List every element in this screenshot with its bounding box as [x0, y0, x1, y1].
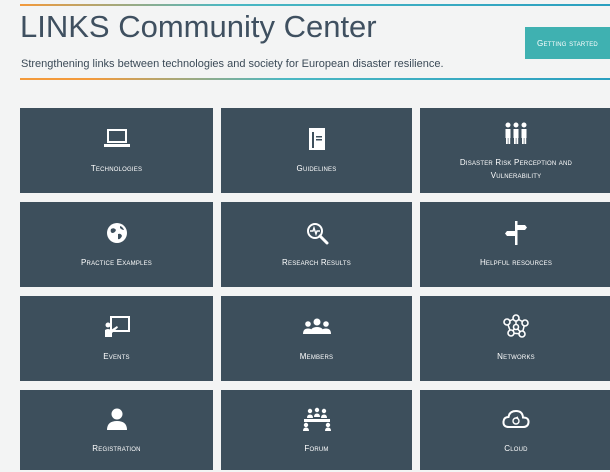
tile-label: Forum — [304, 443, 329, 453]
document-icon — [302, 126, 332, 152]
signpost-icon — [501, 220, 531, 246]
network-icon — [501, 314, 531, 340]
page-subtitle: Strengthening links between technologies… — [21, 58, 444, 70]
tile-practice-examples[interactable]: Practice Examples — [20, 202, 213, 287]
tile-helpful-resources[interactable]: Helpful resources — [420, 202, 610, 287]
magnifier-icon — [302, 220, 332, 246]
tile-label: Guidelines — [296, 164, 337, 173]
header-divider — [20, 78, 610, 80]
tile-disaster-risk[interactable]: Disaster Risk Perception and Vulnerabili… — [420, 108, 610, 193]
getting-started-button[interactable]: Getting started — [525, 27, 610, 59]
presentation-icon — [102, 314, 132, 340]
tile-label: Research Results — [282, 258, 351, 267]
tile-technologies[interactable]: Technologies — [20, 108, 213, 193]
tile-label: Disaster Risk Perception and Vulnerabili… — [459, 157, 573, 180]
tile-guidelines[interactable]: Guidelines — [221, 108, 412, 193]
globe-icon — [102, 220, 132, 246]
people-group-icon — [501, 120, 531, 146]
laptop-icon — [102, 126, 132, 152]
forum-icon — [302, 406, 332, 432]
tile-grid: Technologies Guidelines Disaster Risk Pe… — [20, 108, 610, 470]
tile-forum[interactable]: Forum — [221, 390, 412, 470]
tile-networks[interactable]: Networks — [420, 296, 610, 381]
page-title: LINKS Community Center — [20, 9, 377, 44]
tile-label: Practice Examples — [81, 258, 152, 267]
tile-members[interactable]: Members — [221, 296, 412, 381]
tile-label: Networks — [497, 352, 535, 361]
tile-label: Helpful resources — [479, 258, 553, 267]
tile-label: Members — [299, 352, 334, 361]
members-icon — [302, 314, 332, 340]
tile-label: Technologies — [90, 164, 143, 173]
tile-registration[interactable]: Registration — [20, 390, 213, 470]
cloud-icon — [501, 406, 531, 432]
tile-label: Registration — [92, 443, 141, 453]
tile-events[interactable]: Events — [20, 296, 213, 381]
top-gradient-line — [20, 4, 610, 6]
user-icon — [102, 406, 132, 432]
tile-label: Events — [103, 352, 130, 361]
tile-research-results[interactable]: Research Results — [221, 202, 412, 287]
tile-cloud[interactable]: Cloud — [420, 390, 610, 470]
tile-label: Cloud — [504, 443, 528, 453]
